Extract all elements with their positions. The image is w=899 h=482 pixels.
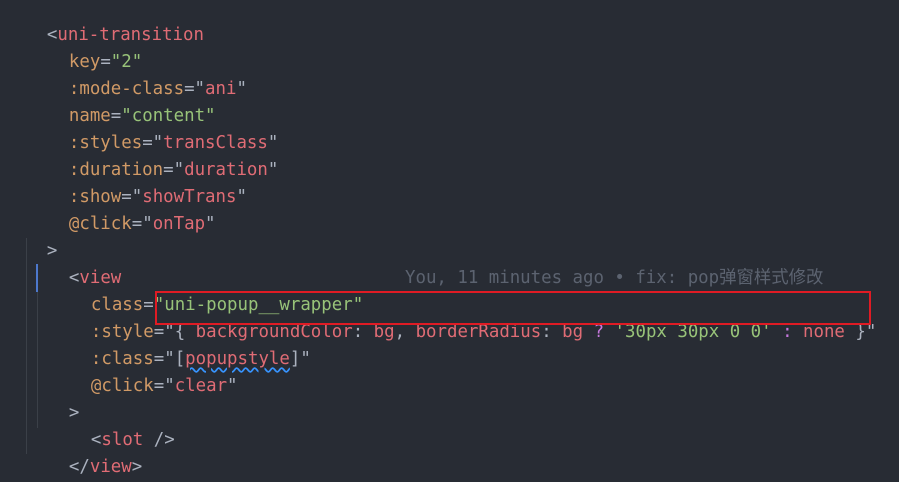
ternary-operator: : bbox=[771, 322, 804, 342]
code-line-13: :class="[popupstyle]" bbox=[49, 319, 311, 369]
git-blame-annotation[interactable]: You, 11 minutes ago • fix: pop弹窗样式修改 bbox=[405, 265, 823, 292]
code-line-6: :duration="duration" bbox=[27, 130, 278, 180]
code-line-1: <uni-transition bbox=[5, 0, 204, 45]
code-line-14: @click="clear" bbox=[49, 346, 238, 396]
identifier: bg bbox=[373, 322, 395, 342]
code-line-8: @click="onTap" bbox=[27, 184, 216, 234]
code-line-15: > bbox=[27, 373, 79, 423]
comma: , bbox=[394, 322, 416, 342]
brace: } bbox=[844, 322, 866, 342]
colon: : bbox=[541, 322, 563, 342]
quote: " bbox=[227, 376, 238, 396]
code-line-10: <view bbox=[27, 238, 121, 288]
code-line-11: class="uni-popup__wrapper" bbox=[49, 265, 363, 315]
code-line-9: > bbox=[5, 211, 57, 261]
object-key: borderRadius bbox=[415, 322, 542, 342]
quote: " bbox=[300, 349, 311, 369]
code-line-17: </view> bbox=[27, 427, 142, 477]
code-line-7: :show="showTrans" bbox=[27, 157, 247, 207]
equals-sign: = bbox=[131, 214, 143, 234]
code-line-5: :styles="transClass" bbox=[27, 103, 278, 153]
attribute-name: @click bbox=[68, 214, 132, 234]
quote: " bbox=[865, 322, 877, 342]
quote: " bbox=[142, 214, 153, 234]
colon: : bbox=[352, 322, 374, 342]
identifier: none bbox=[803, 322, 845, 342]
code-line-16: <slot /> bbox=[49, 400, 175, 450]
quote: " bbox=[236, 79, 247, 99]
quote: " bbox=[205, 214, 216, 234]
identifier: bg bbox=[562, 322, 584, 342]
quote: " bbox=[164, 376, 175, 396]
code-line-3: :mode-class="ani" bbox=[27, 49, 247, 99]
code-line-18: </uni-transition> bbox=[5, 454, 225, 481]
equals-sign: = bbox=[153, 376, 165, 396]
quote: " bbox=[236, 187, 247, 207]
code-line-2: key="2" bbox=[27, 22, 142, 72]
quote: " bbox=[267, 160, 279, 180]
tag-self-close: /> bbox=[143, 430, 175, 450]
string-literal: '30px 30px 0 0' bbox=[614, 322, 772, 342]
attribute-value: onTap bbox=[152, 214, 206, 234]
code-editor[interactable]: <uni-transition key="2" :mode-class="ani… bbox=[0, 0, 899, 482]
bracket: ] bbox=[289, 349, 301, 369]
ternary-operator: ? bbox=[583, 322, 615, 342]
code-line-4: name="content" bbox=[27, 76, 216, 126]
attribute-value: clear bbox=[174, 376, 228, 396]
attribute-name: @click bbox=[90, 376, 154, 396]
